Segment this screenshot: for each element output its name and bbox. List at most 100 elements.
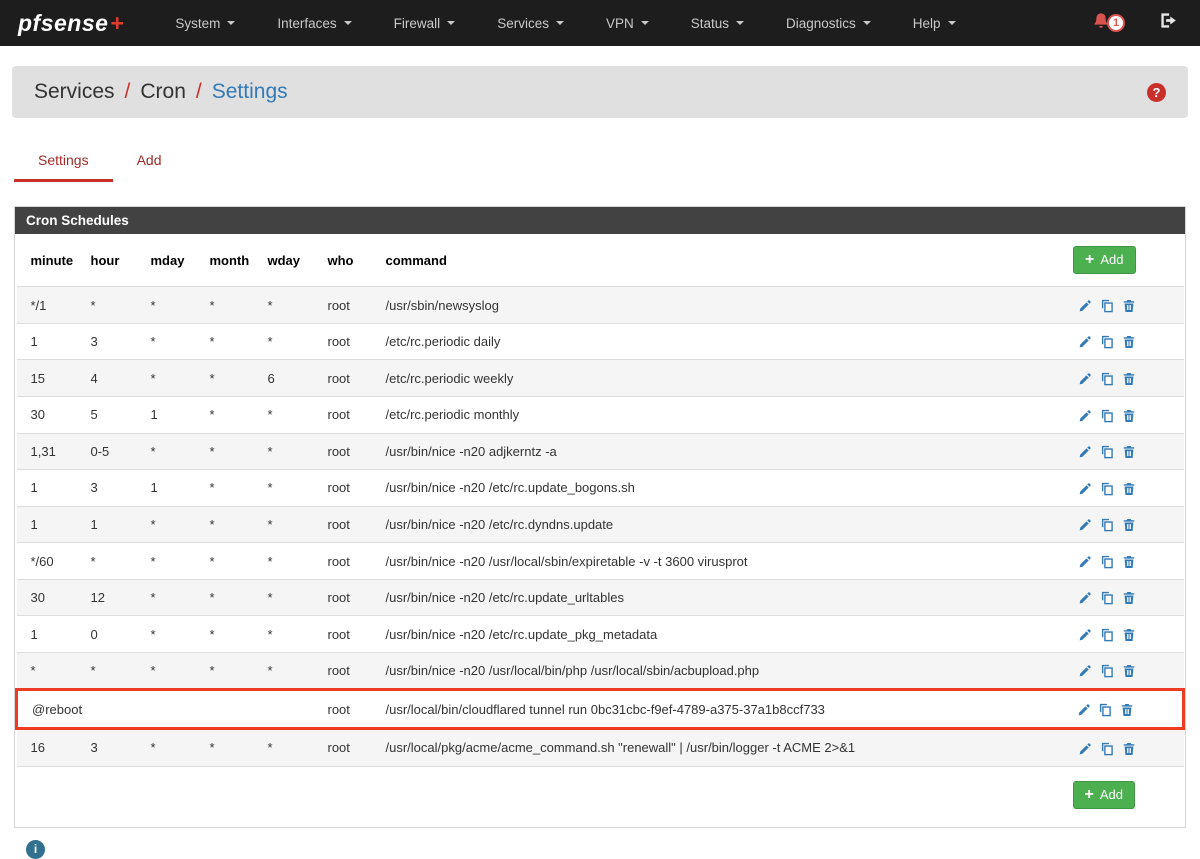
cell-who: root [320,287,378,324]
menu-interfaces[interactable]: Interfaces [256,0,372,46]
edit-button[interactable] [1077,703,1091,717]
cron-row: 1,31 0-5 * * * root /usr/bin/nice -n20 a… [17,433,1184,470]
cell-command: /usr/bin/nice -n20 /etc/rc.update_urltab… [378,579,1049,616]
cron-row: 1 0 * * * root /usr/bin/nice -n20 /etc/r… [17,616,1184,653]
cron-row: */60 * * * * root /usr/bin/nice -n20 /us… [17,543,1184,580]
menu-item-label: Status [691,16,729,31]
cell-month [202,690,260,729]
logo-plus: + [110,10,124,36]
copy-button[interactable] [1100,664,1114,678]
cell-minute: 1,31 [17,433,83,470]
menu-item-label: Services [497,16,549,31]
copy-button[interactable] [1100,555,1114,569]
delete-button[interactable] [1122,591,1136,605]
copy-button[interactable] [1100,372,1114,386]
copy-icon [1098,703,1112,717]
delete-button[interactable] [1122,372,1136,386]
delete-button[interactable] [1122,299,1136,313]
plus-icon: + [1085,788,1094,802]
edit-button[interactable] [1078,445,1092,459]
row-actions [1049,543,1184,580]
copy-button[interactable] [1100,299,1114,313]
delete-button[interactable] [1120,703,1134,717]
delete-button[interactable] [1122,482,1136,496]
copy-icon [1100,482,1114,496]
tab-settings[interactable]: Settings [14,142,113,182]
copy-button[interactable] [1100,591,1114,605]
column-header-command: command [378,234,1049,287]
column-header-actions: + Add [1049,234,1184,287]
copy-icon [1100,409,1114,423]
breadcrumb-item-settings[interactable]: Settings [212,80,288,104]
cell-hour [83,690,143,729]
cell-wday: * [260,543,320,580]
edit-button[interactable] [1078,482,1092,496]
delete-button[interactable] [1122,445,1136,459]
pfsense-logo[interactable]: pfsense+ [18,10,124,37]
cell-command: /usr/bin/nice -n20 adjkerntz -a [378,433,1049,470]
menu-diagnostics[interactable]: Diagnostics [765,0,892,46]
add-button-top[interactable]: + Add [1073,246,1135,274]
copy-icon [1100,555,1114,569]
copy-button[interactable] [1100,445,1114,459]
menu-status[interactable]: Status [670,0,765,46]
delete-button[interactable] [1122,664,1136,678]
info-icon[interactable]: i [26,840,45,859]
cell-command: /usr/bin/nice -n20 /usr/local/sbin/expir… [378,543,1049,580]
cell-mday [143,690,202,729]
copy-button[interactable] [1100,482,1114,496]
edit-button[interactable] [1078,335,1092,349]
help-icon[interactable]: ? [1147,83,1166,102]
edit-button[interactable] [1078,372,1092,386]
menu-firewall[interactable]: Firewall [373,0,477,46]
edit-button[interactable] [1078,299,1092,313]
copy-button[interactable] [1100,335,1114,349]
edit-button[interactable] [1078,591,1092,605]
copy-icon [1100,445,1114,459]
copy-button[interactable] [1100,628,1114,642]
cell-minute: 15 [17,360,83,397]
cell-who: root [320,433,378,470]
tab-add[interactable]: Add [113,142,186,182]
edit-button[interactable] [1078,742,1092,756]
trash-icon [1122,482,1136,496]
copy-button[interactable] [1100,518,1114,532]
chevron-down-icon [227,21,235,25]
menu-services[interactable]: Services [476,0,585,46]
edit-button[interactable] [1078,628,1092,642]
edit-button[interactable] [1078,518,1092,532]
menu-help[interactable]: Help [892,0,977,46]
notifications-button[interactable]: 1 [1092,12,1125,35]
logout-button[interactable] [1159,11,1178,35]
breadcrumb-item-services[interactable]: Services [34,80,115,104]
edit-button[interactable] [1078,555,1092,569]
delete-button[interactable] [1122,742,1136,756]
delete-button[interactable] [1122,628,1136,642]
edit-button[interactable] [1078,409,1092,423]
menu-item-label: VPN [606,16,634,31]
cell-month: * [202,729,260,767]
delete-button[interactable] [1122,335,1136,349]
add-button-bottom[interactable]: + Add [1073,781,1135,809]
breadcrumb-item-cron[interactable]: Cron [140,80,186,104]
edit-button[interactable] [1078,664,1092,678]
delete-button[interactable] [1122,518,1136,532]
cell-mday: * [143,616,202,653]
cell-mday: 1 [143,396,202,433]
copy-button[interactable] [1100,409,1114,423]
copy-button[interactable] [1100,742,1114,756]
pencil-icon [1078,409,1092,423]
row-actions [1049,287,1184,324]
menu-system[interactable]: System [154,0,256,46]
cell-command: /usr/sbin/newsyslog [378,287,1049,324]
cell-mday: * [143,360,202,397]
cell-month: * [202,323,260,360]
menu-vpn[interactable]: VPN [585,0,670,46]
cell-wday: * [260,616,320,653]
cron-schedules-panel: Cron Schedules minute hour mday month wd… [14,206,1186,828]
copy-icon [1100,518,1114,532]
delete-button[interactable] [1122,555,1136,569]
chevron-down-icon [948,21,956,25]
delete-button[interactable] [1122,409,1136,423]
copy-button[interactable] [1098,703,1112,717]
